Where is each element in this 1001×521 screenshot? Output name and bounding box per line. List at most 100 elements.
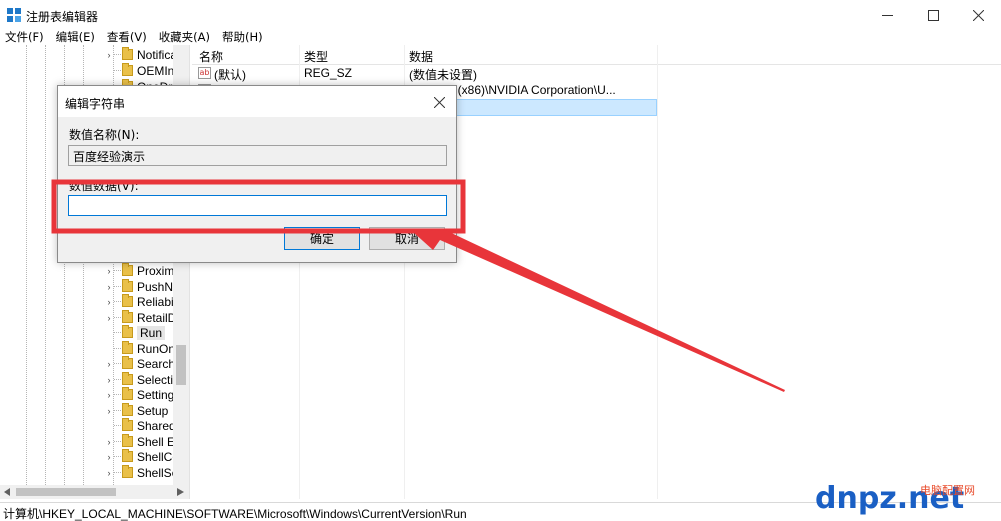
column-header-data[interactable]: 数据 (409, 48, 433, 65)
folder-icon (122, 372, 133, 385)
title-bar: 注册表编辑器 (0, 0, 1001, 30)
minimize-button[interactable] (864, 0, 910, 30)
folder-icon (122, 434, 133, 447)
value-data-label: 数值数据(V): (69, 179, 139, 193)
scroll-left-icon[interactable] (4, 488, 11, 496)
value-name-field: 百度经验演示 (68, 145, 447, 166)
tree-item-label: Run (137, 325, 166, 340)
tree-connector (114, 70, 121, 71)
menu-help[interactable]: 帮助(H) (216, 28, 269, 46)
close-button[interactable] (955, 0, 1001, 30)
expand-chevron-icon[interactable]: › (104, 50, 114, 60)
tree-item[interactable]: RunOnc (104, 341, 181, 356)
dialog-title: 编辑字符串 (65, 97, 126, 111)
tree-item[interactable]: › Reliabili (104, 294, 179, 309)
expand-chevron-icon[interactable]: › (104, 359, 114, 369)
expand-chevron-icon[interactable]: › (104, 406, 114, 416)
folder-icon (122, 310, 133, 323)
tree-connector (114, 270, 121, 271)
tree-horizontal-scroll-thumb[interactable] (16, 488, 116, 496)
tree-connector (114, 472, 121, 473)
expand-chevron-icon[interactable]: › (104, 297, 114, 307)
tree-connector (114, 348, 121, 349)
ok-button[interactable]: 确定 (284, 227, 360, 250)
close-icon (433, 96, 445, 108)
folder-icon (122, 341, 133, 354)
dialog-close-button[interactable] (428, 91, 450, 113)
tree-item[interactable]: › Shell Ex (104, 434, 181, 449)
tree-item[interactable]: › Setting (104, 387, 174, 402)
menu-edit[interactable]: 编辑(E) (50, 28, 101, 46)
list-row[interactable]: ab (默认) REG_SZ (数值未设置) (192, 65, 657, 82)
tree-item-label: Search (137, 356, 176, 371)
expand-chevron-icon[interactable]: › (104, 282, 114, 292)
registry-path: 计算机\HKEY_LOCAL_MACHINE\SOFTWARE\Microsof… (3, 507, 467, 521)
tree-vertical-scroll-thumb[interactable] (176, 345, 186, 385)
tree-item[interactable]: › RetailDe (104, 310, 183, 325)
tree-item-label: Setup (137, 403, 169, 418)
cancel-button[interactable]: 取消 (369, 227, 445, 250)
edit-string-dialog: 编辑字符串 数值名称(N): 百度经验演示 数值数据(V): 确定 取消 (57, 85, 457, 263)
tree-connector (114, 394, 121, 395)
tree-item-label: Proximi (137, 263, 178, 278)
menu-favorites[interactable]: 收藏夹(A) (153, 28, 216, 46)
tree-connector (114, 410, 121, 411)
tree-item[interactable]: › Setup (104, 403, 168, 418)
menu-view[interactable]: 查看(V) (101, 28, 153, 46)
tree-item[interactable]: › ShellSer (104, 465, 182, 480)
logo-caption: 电脑配置网 (920, 484, 975, 497)
maximize-button[interactable] (910, 0, 956, 30)
folder-icon (122, 387, 133, 400)
tree-item[interactable]: › Selectiv (104, 372, 179, 387)
folder-icon (122, 279, 133, 292)
tree-connector (114, 456, 121, 457)
tree-connector (114, 317, 121, 318)
folder-icon (122, 294, 133, 307)
tree-guide-line (45, 45, 46, 485)
tree-item[interactable]: › Notifica (104, 47, 177, 62)
menu-bar: 文件(F) 编辑(E) 查看(V) 收藏夹(A) 帮助(H) (0, 28, 1001, 46)
column-header-name[interactable]: 名称 (199, 48, 223, 65)
value-data-input[interactable] (68, 195, 447, 216)
folder-icon (122, 465, 133, 478)
expand-chevron-icon[interactable]: › (104, 437, 114, 447)
tree-connector (114, 379, 121, 380)
tree-item-label: Notifica (137, 47, 178, 62)
tree-connector (114, 54, 121, 55)
expand-chevron-icon[interactable]: › (104, 452, 114, 462)
expand-chevron-icon[interactable]: › (104, 468, 114, 478)
column-divider (657, 45, 658, 499)
folder-icon (122, 403, 133, 416)
site-logo: dnpz.net 电脑配置网 (815, 481, 975, 516)
tree-guide-line (26, 45, 27, 485)
folder-icon (122, 63, 133, 76)
tree-item[interactable]: SharedI (104, 418, 179, 433)
tree-connector (114, 425, 121, 426)
tree-connector (114, 441, 121, 442)
window-title: 注册表编辑器 (26, 10, 99, 24)
expand-chevron-icon[interactable]: › (104, 390, 114, 400)
tree-item[interactable]: › Proximi (104, 263, 177, 278)
tree-connector (114, 286, 121, 287)
expand-chevron-icon[interactable]: › (104, 375, 114, 385)
tree-item[interactable]: › PushNo (104, 279, 180, 294)
site-watermark: dnpz.net 电脑配置网 (815, 478, 995, 518)
expand-chevron-icon[interactable]: › (104, 266, 114, 276)
scroll-right-icon[interactable] (177, 488, 184, 496)
tree-item[interactable]: › Search (104, 356, 175, 371)
tree-connector (114, 363, 121, 364)
expand-chevron-icon[interactable]: › (104, 313, 114, 323)
tree-item[interactable]: Run (104, 325, 166, 340)
list-header: 名称 类型 数据 (192, 45, 1001, 65)
value-name-label: 数值名称(N): (69, 128, 140, 142)
tree-item[interactable]: › ShellCo (104, 449, 179, 464)
minimize-icon (881, 14, 893, 16)
folder-icon (122, 418, 133, 431)
tree-connector (114, 301, 121, 302)
folder-icon (122, 47, 133, 60)
menu-file[interactable]: 文件(F) (0, 28, 50, 46)
registry-editor-icon (7, 8, 21, 22)
value-name: (默认) (214, 68, 246, 82)
column-header-type[interactable]: 类型 (304, 48, 328, 65)
folder-icon (122, 449, 133, 462)
